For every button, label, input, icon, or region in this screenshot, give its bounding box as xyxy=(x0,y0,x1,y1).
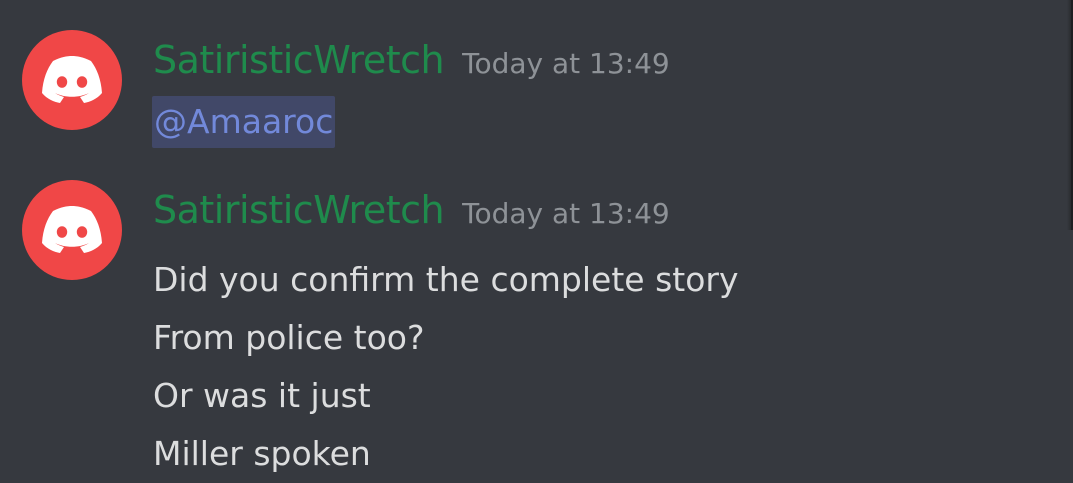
username[interactable]: SatiristicWretch xyxy=(153,38,445,82)
discord-logo-icon xyxy=(42,56,102,103)
message-content: Did you confirm the complete story From … xyxy=(153,251,739,483)
discord-logo-icon xyxy=(42,206,102,253)
message-line: From police too? xyxy=(153,318,425,357)
avatar[interactable] xyxy=(22,30,122,130)
user-mention[interactable]: @Amaaroc xyxy=(152,96,336,148)
message-line: Miller spoken xyxy=(153,434,371,473)
avatar[interactable] xyxy=(22,180,122,280)
message-line: Did you confirm the complete story xyxy=(153,260,739,299)
message-header: SatiristicWretch Today at 13:49 xyxy=(153,38,670,82)
timestamp: Today at 13:49 xyxy=(462,197,670,230)
chat-message: SatiristicWretch Today at 13:49 Did you … xyxy=(0,175,1060,482)
timestamp: Today at 13:49 xyxy=(462,47,670,80)
message-line: Or was it just xyxy=(153,376,371,415)
chat-message: SatiristicWretch Today at 13:49 @Amaaroc xyxy=(0,0,1060,175)
message-header: SatiristicWretch Today at 13:49 xyxy=(153,188,670,232)
scrollbar-edge[interactable] xyxy=(1067,0,1073,230)
username[interactable]: SatiristicWretch xyxy=(153,188,445,232)
